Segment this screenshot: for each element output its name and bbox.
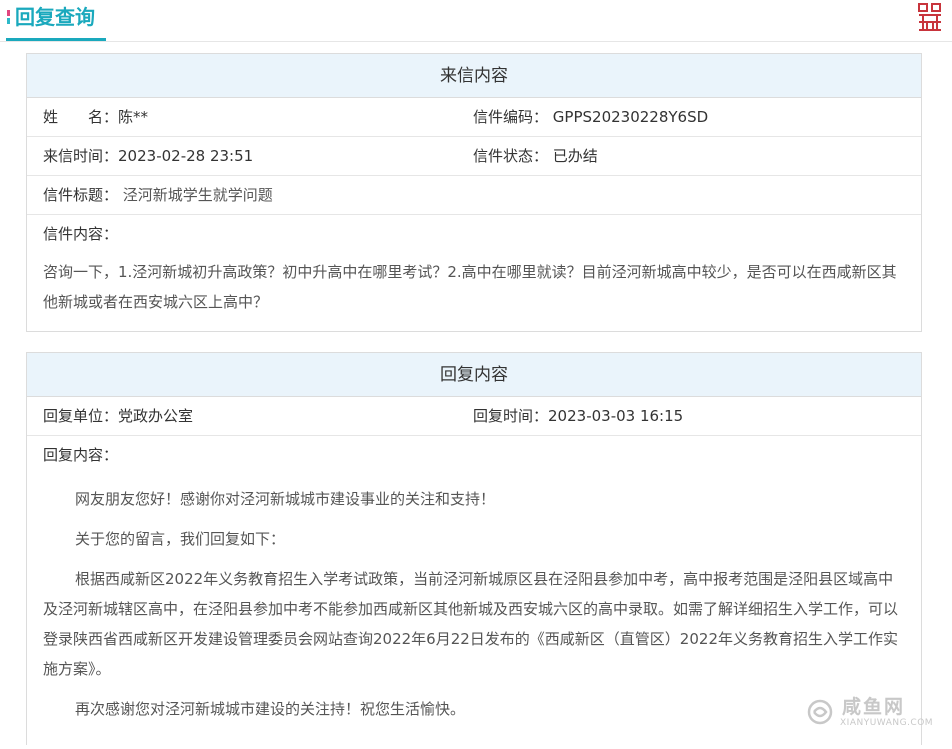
letter-row-subject: 信件标题： 泾河新城学生就学问题: [27, 176, 921, 215]
status-label: 信件状态：: [473, 147, 549, 165]
code-label: 信件编码：: [473, 108, 549, 126]
watermark-url: XIANYUWANG.COM: [840, 718, 934, 728]
name-label: 姓 名：: [43, 108, 119, 126]
reply-unit-label: 回复单位：: [43, 407, 119, 425]
page-title: 回复查询: [15, 5, 95, 29]
code-value: GPPS20230228Y6SD: [552, 108, 709, 126]
letter-panel: 来信内容 姓 名：陈** 信件编码： GPPS20230228Y6SD 来信时间…: [26, 53, 922, 332]
letter-time-value: 2023-02-28 23:51: [118, 147, 254, 165]
letter-row-name-code: 姓 名：陈** 信件编码： GPPS20230228Y6SD: [27, 98, 921, 137]
page-header: 回复查询: [0, 0, 952, 42]
reply-time-label: 回复时间：: [473, 407, 549, 425]
subject-label: 信件标题：: [43, 186, 119, 204]
reply-paragraph: 再次感谢您对泾河新城城市建设的关注持！祝您生活愉快。: [75, 700, 466, 718]
reply-panel-heading: 回复内容: [27, 353, 921, 397]
letter-row-time-status: 来信时间：2023-02-28 23:51 信件状态： 已办结: [27, 137, 921, 176]
letter-content-label: 信件内容：: [43, 225, 119, 243]
site-watermark: 咸鱼网 XIANYUWANG.COM: [806, 690, 946, 738]
reply-panel: 回复内容 回复单位：党政办公室 回复时间：2023-03-03 16:15 回复…: [26, 352, 922, 745]
status-value: 已办结: [552, 147, 598, 165]
reply-paragraph: 根据西咸新区2022年义务教育招生入学考试政策，当前泾河新城原区县在泾阳县参加中…: [43, 570, 899, 678]
letter-content-text: 咨询一下，1.泾河新城初升高政策？初中升高中在哪里考试？2.高中在哪里就读？目前…: [43, 263, 897, 311]
seal-logo-icon: [918, 3, 941, 31]
reply-paragraph: 网友朋友您好！感谢你对泾河新城城市建设事业的关注和支持！: [75, 490, 496, 508]
reply-time-value: 2023-03-03 16:15: [548, 407, 684, 425]
title-marker-icon: [7, 10, 10, 24]
reply-row-unit-time: 回复单位：党政办公室 回复时间：2023-03-03 16:15: [27, 397, 921, 436]
fish-logo-icon: [807, 699, 833, 725]
reply-paragraph: 关于您的留言，我们回复如下：: [75, 530, 286, 548]
reply-unit-value: 党政办公室: [118, 407, 194, 425]
letter-panel-heading: 来信内容: [27, 54, 921, 98]
reply-content-label: 回复内容：: [43, 446, 119, 464]
letter-time-label: 来信时间：: [43, 147, 119, 165]
name-value: 陈**: [118, 108, 149, 126]
watermark-name: 咸鱼网: [842, 696, 906, 718]
subject-value: 泾河新城学生就学问题: [122, 186, 273, 204]
title-underline: [6, 38, 106, 41]
